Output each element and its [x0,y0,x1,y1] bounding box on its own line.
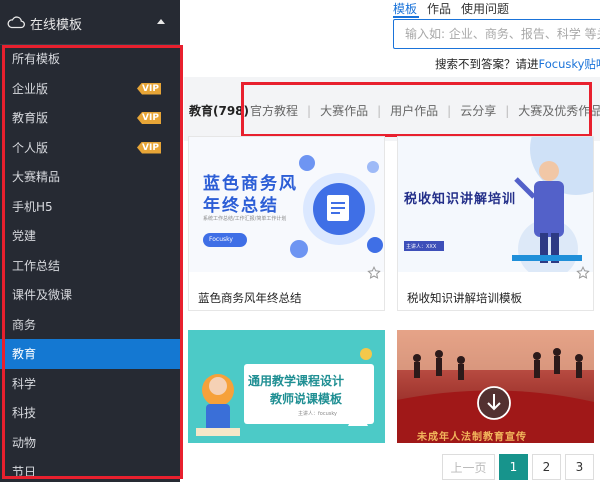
template-card-tax-training[interactable]: 税收知识讲解培训 主讲人：XXX 税收知识讲解培训模板 [397,136,594,311]
search-tabs: 模板 作品 使用问题 [393,0,509,16]
sidebar-item-enterprise[interactable]: 企业版 VIP [0,74,180,104]
separator: | [505,103,510,118]
template-thumbnail[interactable]: 通用教学课程设计 教师说课模板 主讲人：focusky [188,330,385,443]
sidebar-item-animals[interactable]: 动物 [0,428,180,458]
page-button-1[interactable]: 1 [499,454,528,480]
sidebar-item-label: 科学 [12,376,37,391]
search-box [393,19,600,49]
sidebar-item-label: 课件及微课 [12,288,73,303]
sidebar-header-online-templates[interactable]: 在线模板 [0,0,180,45]
sidebar-item-contest-picks[interactable]: 大赛精品 [0,162,180,192]
sidebar-item-label: 企业版 [12,81,49,96]
sidebar-header-title: 在线模板 [30,18,83,33]
tab-works[interactable]: 作品 [427,0,451,16]
caret-up-icon[interactable] [157,19,165,24]
category-tab-contest-excellent-share[interactable]: 大赛及优秀作品分享 [518,102,600,119]
sidebar-item-education[interactable]: 教育 [0,339,180,369]
category-tab-contest-works[interactable]: 大赛作品 [320,102,368,119]
thumbnail-title-line-1: 通用教学课程设计 [248,374,345,388]
template-thumbnail[interactable]: 税收知识讲解培训 主讲人：XXX [398,137,593,272]
sidebar-item-party-building[interactable]: 党建 [0,221,180,251]
thumbnail-button-label: Focusky [209,236,233,243]
tab-templates[interactable]: 模板 [393,0,417,16]
sidebar-item-label: 工作总结 [12,258,61,273]
sidebar: 在线模板 所有模板 企业版 VIP 教育版 VIP 个人版 VIP 大赛精品 手机H5… [0,0,180,482]
page-button-2[interactable]: 2 [532,454,561,480]
sidebar-item-label: 党建 [12,229,37,244]
thumbnail-title: 未成年人法制教育宣传 [417,432,527,443]
sidebar-item-all-templates[interactable]: 所有模板 [0,44,180,74]
template-card-minor-legal-education[interactable]: 未成年人法制教育宣传 [397,330,594,443]
sidebar-item-education-edition[interactable]: 教育版 VIP [0,103,180,133]
sidebar-item-label: 动物 [12,435,37,450]
sidebar-item-science[interactable]: 科学 [0,369,180,399]
pagination: 上一页 1 2 3 [442,454,594,480]
help-line: 搜索不到答案？请进Focusky贴吧 [435,56,600,72]
search-input[interactable] [394,20,600,48]
template-thumbnail[interactable]: 蓝色商务风 年终总结 系统工作总结/工作汇报/简单工作计划 Focusky [189,137,384,272]
sidebar-item-label: 个人版 [12,140,49,155]
template-card-blue-business-summary[interactable]: 蓝色商务风 年终总结 系统工作总结/工作汇报/简单工作计划 Focusky 蓝色… [188,136,385,311]
sidebar-item-mobile-h5[interactable]: 手机H5 [0,192,180,222]
vip-badge: VIP [137,141,161,154]
sidebar-item-business[interactable]: 商务 [0,310,180,340]
thumbnail-title-line-2: 教师说课模板 [270,392,343,406]
thumbnail-title: 税收知识讲解培训 [404,188,517,207]
sidebar-item-label: 大赛精品 [12,170,61,185]
template-thumbnail[interactable]: 未成年人法制教育宣传 [397,330,594,443]
sidebar-item-label: 教育 [12,347,37,362]
active-tab-indicator [393,16,419,18]
current-category-count: 教育(798) [189,104,250,118]
sidebar-item-holidays[interactable]: 节日 [0,457,180,482]
prev-page-button[interactable]: 上一页 [442,454,495,480]
separator: | [377,103,382,118]
thumbnail-presenter: 主讲人：XXX [406,244,437,250]
category-tab-cloud-share[interactable]: 云分享 [460,102,496,119]
separator: | [447,103,452,118]
sidebar-item-technology[interactable]: 科技 [0,398,180,428]
template-name[interactable]: 税收知识讲解培训模板 [407,290,522,306]
help-text: 搜索不到答案？请进 [435,57,539,71]
vip-badge: VIP [137,112,161,124]
category-tabs: 官方教程 | 大赛作品 | 用户作品 | 云分享 | 大赛及优秀作品分享 [250,102,600,119]
thumbnail-subtitle: 主讲人：focusky [298,411,338,417]
thumbnail-title-line-2: 年终总结 [203,196,279,216]
template-card-teaching-design[interactable]: 通用教学课程设计 教师说课模板 主讲人：focusky [188,330,385,443]
tab-usage-questions[interactable]: 使用问题 [461,0,509,16]
sidebar-item-work-summary[interactable]: 工作总结 [0,251,180,281]
sidebar-item-courseware[interactable]: 课件及微课 [0,280,180,310]
thumbnail-graphic [397,330,594,443]
sidebar-item-personal[interactable]: 个人版 VIP [0,133,180,163]
separator: | [307,103,312,118]
template-name[interactable]: 蓝色商务风年终总结 [198,290,302,306]
vip-badge: VIP [137,82,161,95]
favorite-star-icon[interactable] [367,266,381,280]
category-tab-user-works[interactable]: 用户作品 [390,102,438,119]
sidebar-item-label: 商务 [12,317,37,332]
page-button-3[interactable]: 3 [565,454,594,480]
sidebar-item-label: 科技 [12,406,37,421]
sidebar-item-label: 手机H5 [12,199,53,214]
thumbnail-subtitle: 系统工作总结/工作汇报/简单工作计划 [203,216,287,222]
sidebar-item-label: 教育版 [12,111,49,126]
category-tab-official-tutorial[interactable]: 官方教程 [250,102,298,119]
sidebar-category-list: 所有模板 企业版 VIP 教育版 VIP 个人版 VIP 大赛精品 手机H5 党建 工… [0,44,180,482]
favorite-star-icon[interactable] [576,266,590,280]
cloud-icon [7,16,25,29]
sidebar-item-label: 所有模板 [12,52,61,67]
sidebar-item-label: 节日 [12,465,37,480]
help-link[interactable]: Focusky贴吧 [539,57,600,71]
